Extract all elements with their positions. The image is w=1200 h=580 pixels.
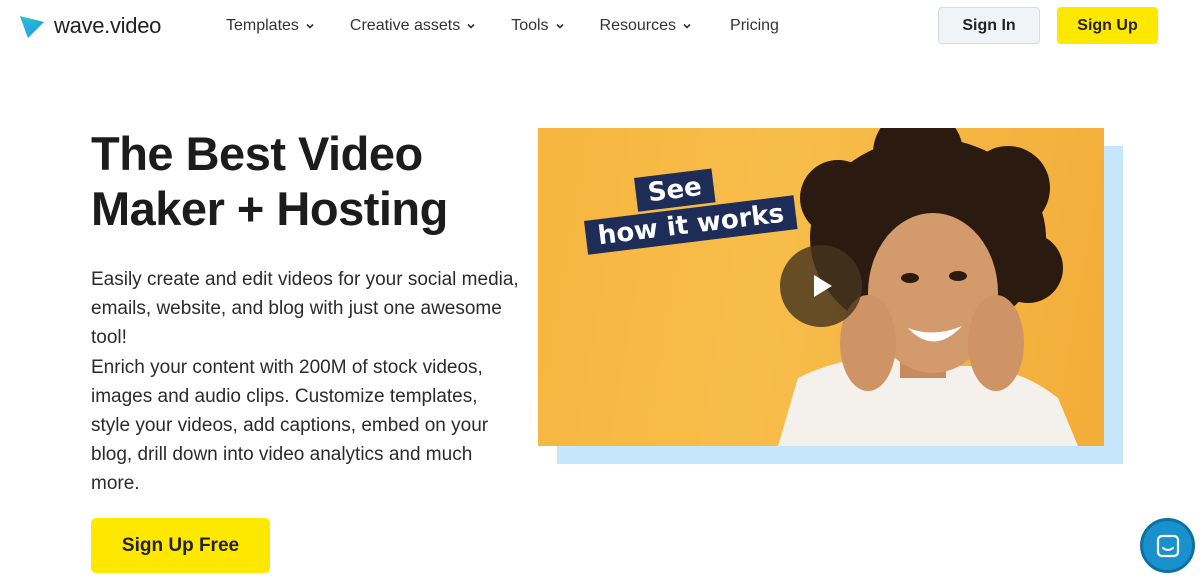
sign-up-free-button[interactable]: Sign Up Free (91, 518, 270, 573)
nav-item-label: Creative assets (349, 17, 461, 34)
play-icon (814, 275, 832, 297)
nav-item-label: Tools (511, 17, 549, 34)
nav-item-templates[interactable]: Templates (226, 16, 315, 36)
logo-text: wave.video (54, 13, 162, 38)
chat-button[interactable] (1140, 518, 1195, 573)
hero-title: The Best Video Maker + Hosting (91, 126, 531, 236)
nav-item-creative-assets[interactable]: Creative assets (350, 16, 476, 36)
nav-item-label: Templates (226, 17, 299, 34)
nav-item-pricing[interactable]: Pricing (730, 16, 779, 36)
chevron-down-icon (555, 23, 564, 29)
logo[interactable]: wave.video (18, 12, 161, 40)
chevron-down-icon (683, 23, 691, 29)
chevron-down-icon (467, 23, 475, 29)
hero-title-line1: The Best Video (91, 127, 423, 180)
hero-description-p2: Enrich your content with 200M of stock v… (91, 356, 489, 495)
chat-icon (1156, 534, 1179, 557)
hero-title-line2: Maker + Hosting (91, 182, 448, 235)
main-nav: Templates Creative assets Tools Resource… (226, 16, 779, 36)
chevron-down-icon (306, 23, 314, 29)
nav-item-tools[interactable]: Tools (511, 16, 564, 36)
nav-item-resources[interactable]: Resources (600, 16, 692, 36)
nav-item-label: Resources (599, 17, 677, 34)
site-header: wave.video Templates Creative assets Too… (0, 0, 1200, 52)
sign-in-button[interactable]: Sign In (938, 7, 1040, 44)
hero-description-p1: Easily create and edit videos for your s… (91, 269, 519, 349)
nav-item-label: Pricing (730, 17, 779, 34)
sign-up-button[interactable]: Sign Up (1057, 7, 1158, 44)
wave-logo-icon (20, 16, 44, 38)
hero-description: Easily create and edit videos for your s… (91, 265, 521, 499)
play-button[interactable] (780, 245, 862, 327)
